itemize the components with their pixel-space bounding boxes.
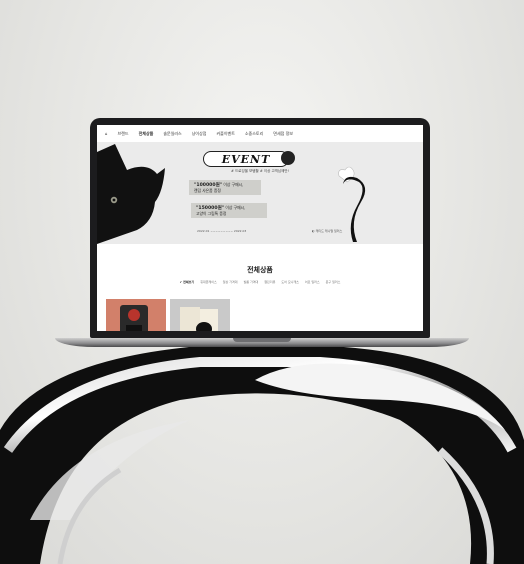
nav-item-story[interactable]: 소중스토리	[245, 131, 263, 137]
offer-note-2: "150000원" 이상 구매시, 고양이 그립톡 증정	[191, 203, 267, 218]
section-title-all-products: 전체상품	[247, 266, 273, 274]
offer-1-condition: 이상 구매시,	[223, 182, 244, 187]
product-thumbnail-2[interactable]	[170, 299, 230, 331]
category-stationery[interactable]: 문구 일러스	[326, 280, 341, 284]
product-thumbnail-1[interactable]	[106, 299, 166, 331]
black-cat-illustration	[97, 144, 165, 244]
website-screen: ⌂ 브랜드 전체상품 솔문일러스 냥이상점 커플이벤트 소중스토리 면세점 정보…	[97, 125, 423, 331]
top-nav: ⌂ 브랜드 전체상품 솔문일러스 냥이상점 커플이벤트 소중스토리 면세점 정보	[97, 125, 423, 143]
offer-2-condition: 이상 구매시,	[225, 205, 246, 210]
category-calendar[interactable]: 캘린더류	[264, 280, 275, 284]
laptop: ⌂ 브랜드 전체상품 솔문일러스 냥이상점 커플이벤트 소중스토리 면세점 정보…	[55, 118, 469, 350]
event-banner[interactable]: EVENT # 드로잉을 보탬할 # 이상 고객님께만! "100000원" 이…	[97, 142, 423, 244]
category-all[interactable]: ✔ 전체보기	[180, 280, 195, 284]
nav-item-illust[interactable]: 솔문일러스	[163, 131, 181, 137]
nav-item-cat-shop[interactable]: 냥이상점	[192, 131, 207, 137]
nav-item-info[interactable]: 면세점 정보	[273, 131, 293, 137]
event-badge: EVENT	[203, 151, 289, 167]
event-credit: ◐ 캐티드 캐니멀 일러스	[312, 229, 343, 233]
search-icon[interactable]	[281, 151, 295, 165]
nav-item-all-products[interactable]: 전체상품	[139, 131, 154, 137]
laptop-lid: ⌂ 브랜드 전체상품 솔문일러스 냥이상점 커플이벤트 소중스토리 면세점 정보…	[90, 118, 430, 338]
offer-note-1: "100000원" 이상 구매시, 랜덤 사은품 증정	[189, 180, 261, 195]
offer-2-gift: 고양이 그립톡 증정	[196, 211, 227, 216]
event-dates: 2022.01 ~~~~~~~~~ 2022.03	[197, 229, 247, 233]
nav-item-brand[interactable]: 브랜드	[118, 131, 129, 137]
category-illust[interactable]: 어로 일러스	[305, 280, 320, 284]
category-phone-case[interactable]: 휴대폰케이스	[200, 280, 217, 284]
offer-1-gift: 랜덤 사은품 증정	[194, 188, 221, 193]
category-film[interactable]: 필름 가격대	[244, 280, 259, 284]
nav-item-couple-event[interactable]: 커플이벤트	[216, 131, 234, 137]
laptop-notch	[233, 338, 291, 342]
category-filter: ✔ 전체보기 휴대폰케이스 일상 가격대 필름 가격대 캘린더류 도어 모니캐츠…	[97, 280, 423, 284]
home-icon[interactable]: ⌂	[105, 131, 108, 136]
category-daily[interactable]: 일상 가격대	[223, 280, 238, 284]
category-door[interactable]: 도어 모니캐츠	[281, 280, 299, 284]
